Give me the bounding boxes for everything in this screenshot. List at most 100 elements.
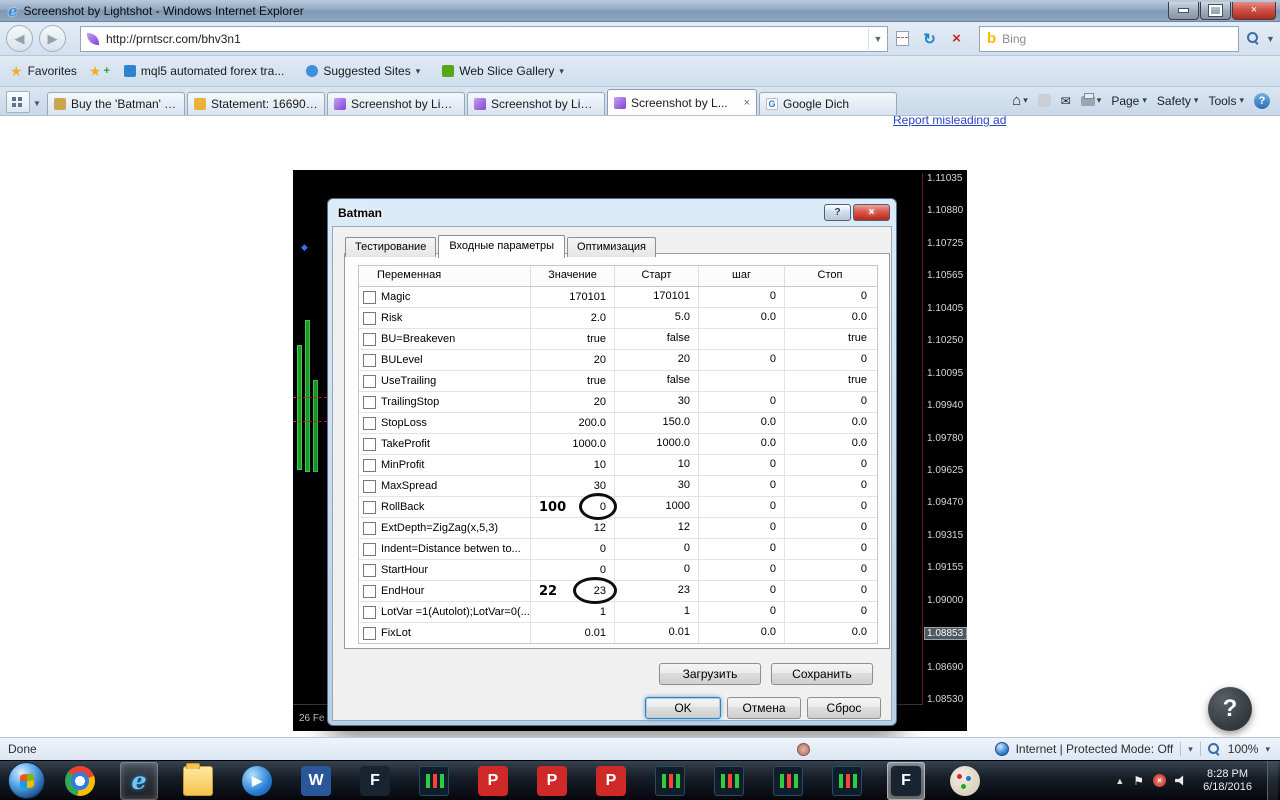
show-desktop-button[interactable] xyxy=(1267,760,1278,800)
forward-button[interactable]: ▶ xyxy=(39,25,66,52)
report-misleading-ad-link[interactable]: Report misleading ad xyxy=(893,116,1006,127)
add-to-favorites-button[interactable]: ★ + xyxy=(89,63,110,80)
stop-button[interactable]: × xyxy=(944,27,969,51)
row-checkbox[interactable] xyxy=(363,290,376,304)
taskbar-button-presentation-p1[interactable]: P xyxy=(474,762,512,800)
address-dropdown-button[interactable]: ▼ xyxy=(868,27,887,50)
param-stop-cell[interactable]: true xyxy=(785,329,875,349)
row-checkbox[interactable] xyxy=(363,479,376,493)
home-button[interactable]: ⌂ ▾ xyxy=(1012,92,1028,109)
alert-tray-icon[interactable]: × xyxy=(1153,774,1167,787)
taskbar-button-mt4-3[interactable] xyxy=(710,762,748,800)
ok-button[interactable]: OK xyxy=(645,697,721,719)
row-checkbox[interactable] xyxy=(363,458,376,472)
search-icon[interactable] xyxy=(1247,32,1260,45)
favorites-link[interactable]: Suggested Sites ▾ xyxy=(306,64,420,78)
read-mail-button[interactable]: ✉ xyxy=(1061,94,1071,108)
param-start-cell[interactable]: 23 xyxy=(615,581,699,601)
param-start-cell[interactable]: 1000 xyxy=(615,497,699,517)
param-start-cell[interactable]: 0 xyxy=(615,560,699,580)
param-value-cell[interactable]: true xyxy=(531,371,615,391)
start-button[interactable] xyxy=(8,762,45,799)
param-stop-cell[interactable]: 0 xyxy=(785,581,875,601)
zoom-dropdown-icon[interactable]: ▾ xyxy=(1265,744,1270,755)
tools-menu[interactable]: Tools ▾ xyxy=(1208,94,1244,108)
param-start-cell[interactable]: false xyxy=(615,371,699,391)
param-stop-cell[interactable]: 0 xyxy=(785,287,875,307)
taskbar-button-mt4-5[interactable] xyxy=(828,762,866,800)
param-step-cell[interactable]: 0.0 xyxy=(699,413,785,433)
param-step-cell[interactable] xyxy=(699,371,785,391)
param-stop-cell[interactable]: 0 xyxy=(785,560,875,580)
row-checkbox[interactable] xyxy=(363,521,376,535)
param-stop-cell[interactable]: 0 xyxy=(785,392,875,412)
param-step-cell[interactable]: 0 xyxy=(699,392,785,412)
favorites-link[interactable]: Web Slice Gallery ▾ xyxy=(442,64,564,78)
param-step-cell[interactable]: 0.0 xyxy=(699,308,785,328)
row-checkbox[interactable] xyxy=(363,437,376,451)
taskbar-button-internet-explorer[interactable]: e xyxy=(120,761,158,800)
param-start-cell[interactable]: 12 xyxy=(615,518,699,538)
param-value-cell[interactable]: 10 xyxy=(531,455,615,475)
param-stop-cell[interactable]: 0.0 xyxy=(785,623,875,643)
taskbar-button-chrome[interactable] xyxy=(61,762,99,800)
browser-tab[interactable]: Buy the 'Batman' T... xyxy=(47,92,185,115)
column-header-start[interactable]: Старт xyxy=(615,266,699,286)
dialog-tab[interactable]: Тестирование xyxy=(345,237,437,257)
param-value-cell[interactable]: 1000.0 xyxy=(531,434,615,454)
favorites-button[interactable]: Favorites xyxy=(28,64,77,78)
param-start-cell[interactable]: 150.0 xyxy=(615,413,699,433)
feedback-help-bubble[interactable]: ? xyxy=(1208,687,1252,731)
taskbar-button-fxpro[interactable]: F xyxy=(356,762,394,800)
param-start-cell[interactable]: 5.0 xyxy=(615,308,699,328)
column-header-step[interactable]: шаг xyxy=(699,266,785,286)
param-value-cell[interactable]: 0.01 xyxy=(531,623,615,643)
row-checkbox[interactable] xyxy=(363,626,376,640)
param-stop-cell[interactable]: 0.0 xyxy=(785,308,875,328)
load-button[interactable]: Загрузить xyxy=(659,663,761,685)
maximize-button[interactable] xyxy=(1200,1,1231,20)
param-start-cell[interactable]: 20 xyxy=(615,350,699,370)
close-button[interactable]: × xyxy=(1232,1,1276,20)
param-stop-cell[interactable]: 0 xyxy=(785,497,875,517)
param-value-cell[interactable]: true xyxy=(531,329,615,349)
param-start-cell[interactable]: 30 xyxy=(615,392,699,412)
tab-close-icon[interactable]: × xyxy=(738,97,750,109)
param-start-cell[interactable]: 10 xyxy=(615,455,699,475)
param-step-cell[interactable]: 0 xyxy=(699,602,785,622)
param-stop-cell[interactable]: 0 xyxy=(785,350,875,370)
save-button[interactable]: Сохранить xyxy=(771,663,873,685)
taskbar-button-mt4-4[interactable] xyxy=(769,762,807,800)
param-step-cell[interactable]: 0 xyxy=(699,455,785,475)
param-value-cell[interactable]: 0 xyxy=(531,560,615,580)
taskbar-button-paint[interactable] xyxy=(946,762,984,800)
param-step-cell[interactable]: 0 xyxy=(699,581,785,601)
param-step-cell[interactable] xyxy=(699,329,785,349)
dialog-tab[interactable]: Оптимизация xyxy=(567,237,657,257)
param-step-cell[interactable]: 0 xyxy=(699,539,785,559)
volume-icon[interactable] xyxy=(1175,775,1184,786)
param-step-cell[interactable]: 0 xyxy=(699,350,785,370)
param-step-cell[interactable]: 0.0 xyxy=(699,623,785,643)
browser-tab[interactable]: G Google Dich xyxy=(759,92,897,115)
taskbar-button-fxpro-active[interactable]: F xyxy=(887,761,925,800)
zone-dropdown-icon[interactable]: ▾ xyxy=(1188,744,1193,755)
column-header-value[interactable]: Значение xyxy=(531,266,615,286)
param-value-cell[interactable]: 2.0 xyxy=(531,308,615,328)
param-start-cell[interactable]: 170101 xyxy=(615,287,699,307)
column-header-variable[interactable]: Переменная xyxy=(359,266,531,286)
param-stop-cell[interactable]: 0 xyxy=(785,602,875,622)
page-menu[interactable]: Page ▾ xyxy=(1111,94,1147,108)
row-checkbox[interactable] xyxy=(363,584,376,598)
param-step-cell[interactable]: 0 xyxy=(699,560,785,580)
dialog-help-button[interactable]: ? xyxy=(824,204,851,221)
dialog-tab[interactable]: Входные параметры xyxy=(438,235,566,258)
taskbar-button-media-player[interactable]: ▶ xyxy=(238,762,276,800)
browser-tab[interactable]: Screenshot by Ligh... xyxy=(467,92,605,115)
search-box[interactable]: b Bing xyxy=(979,25,1239,52)
param-step-cell[interactable]: 0 xyxy=(699,476,785,496)
browser-tab[interactable]: Screenshot by L... × xyxy=(607,89,757,115)
param-value-cell[interactable]: 100 0 xyxy=(531,492,618,520)
cancel-button[interactable]: Отмена xyxy=(727,697,801,719)
param-start-cell[interactable]: false xyxy=(615,329,699,349)
